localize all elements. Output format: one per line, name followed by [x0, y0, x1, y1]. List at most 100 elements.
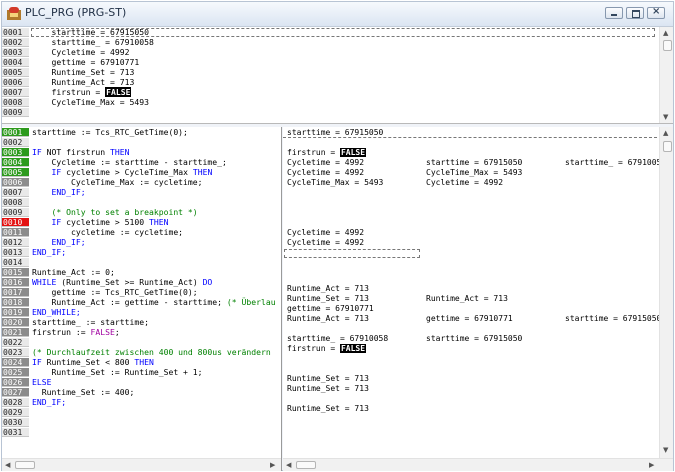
line-number: 0029	[2, 408, 29, 417]
declarations-vertical-scrollbar[interactable]: ▲ ▼	[659, 27, 673, 123]
monitor-value: starttime = 67915050	[426, 334, 523, 343]
scroll-down-icon[interactable]: ▼	[663, 113, 668, 121]
scroll-right-icon[interactable]: ▶	[649, 461, 654, 469]
code-line: Runtime_Set := 400;	[32, 387, 135, 397]
declaration-line: firstrun = FALSE	[32, 87, 132, 97]
breakpoint-line-number[interactable]: 0010	[2, 218, 29, 227]
line-number: 0018	[2, 298, 29, 307]
monitor-value: starttime = 67915050	[565, 314, 662, 323]
scroll-right-icon[interactable]: ▶	[270, 461, 275, 469]
line-number: 0005	[2, 168, 29, 177]
declaration-line: CycleTime_Max = 5493	[32, 97, 149, 107]
close-icon: ×	[652, 6, 661, 17]
scroll-thumb[interactable]	[296, 461, 316, 469]
code-line: starttime_ := starttime;	[32, 317, 149, 327]
line-number: 0001	[2, 128, 29, 137]
scroll-thumb[interactable]	[15, 461, 35, 469]
monitor-value: starttime = 67915050	[426, 158, 523, 167]
line-number: 0011	[2, 228, 29, 237]
code-line: END_IF;	[32, 237, 86, 247]
minimize-button[interactable]	[605, 7, 623, 19]
line-number: 0030	[2, 418, 29, 427]
code-line: IF NOT firstrun THEN	[32, 147, 130, 157]
code-line: END_IF;	[32, 247, 67, 257]
code-line: IF Runtime_Set < 800 THEN	[32, 357, 154, 367]
monitor-value: gettime = 67910771	[426, 314, 513, 323]
monitor-value: Cycletime = 4992	[287, 238, 365, 247]
line-number: 0007	[2, 188, 29, 197]
code-comment: (* Only to set a breakpoint *)	[32, 207, 198, 217]
scroll-up-icon[interactable]: ▲	[663, 29, 668, 37]
code-line: CycleTime_Max := cycletime;	[32, 177, 203, 187]
code-line: Runtime_Act := gettime - starttime; (* Ü…	[32, 297, 276, 307]
code-comment: (* Durchlaufzeit zwischen 400 und 800us …	[32, 347, 271, 357]
monitor-value: Cycletime = 4992	[287, 168, 365, 177]
line-number: 0017	[2, 288, 29, 297]
declaration-text: firstrun =	[32, 87, 106, 97]
monitor-value: CycleTime_Max = 5493	[426, 168, 523, 177]
monitor-horizontal-scrollbar[interactable]: ◀ ▶	[283, 458, 673, 471]
line-number: 0008	[2, 98, 29, 107]
maximize-button[interactable]	[626, 7, 644, 19]
code-line: firstrun := FALSE;	[32, 327, 120, 337]
close-button[interactable]: ×	[647, 6, 665, 19]
monitor-value: Cycletime = 4992	[287, 228, 365, 237]
declaration-line: starttime = 67915050	[32, 27, 149, 37]
plc-prg-window: PLC_PRG (PRG-ST) × 0001 0002 0003 0004 0…	[1, 1, 674, 471]
code-line: WHILE (Runtime_Set >= Runtime_Act) DO	[32, 277, 213, 287]
title-bar[interactable]: PLC_PRG (PRG-ST) ×	[2, 2, 673, 27]
line-number: 0006	[2, 78, 29, 87]
line-number: 0019	[2, 308, 29, 317]
code-line: END_WHILE;	[32, 307, 81, 317]
code-line: IF cycletime > 5100 THEN	[32, 217, 169, 227]
line-number: 0016	[2, 278, 29, 287]
line-number: 0027	[2, 388, 29, 397]
monitor-value: Cycletime = 4992	[287, 158, 365, 167]
code-line: starttime := Tcs_RTC_GetTime(0);	[32, 127, 188, 137]
monitor-panel[interactable]: starttime = 67915050 firstrun = FALSE Cy…	[283, 127, 673, 471]
line-number: 0004	[2, 158, 29, 167]
program-icon	[7, 7, 21, 20]
scroll-up-icon[interactable]: ▲	[663, 129, 668, 137]
monitor-value: Runtime_Set = 713	[287, 404, 369, 413]
line-number: 0002	[2, 138, 29, 147]
code-panel[interactable]: 0001 0002 0003 0004 0005 0006 0007 0008 …	[2, 127, 282, 471]
code-horizontal-scrollbar[interactable]: ◀ ▶	[2, 458, 281, 471]
scroll-left-icon[interactable]: ◀	[286, 461, 291, 469]
declaration-line: Cycletime = 4992	[32, 47, 130, 57]
scroll-down-icon[interactable]: ▼	[663, 446, 668, 454]
line-number: 0012	[2, 238, 29, 247]
line-number: 0021	[2, 328, 29, 337]
monitor-value: starttime = 67915050	[287, 128, 384, 137]
scroll-left-icon[interactable]: ◀	[5, 461, 10, 469]
line-number: 0022	[2, 338, 29, 347]
code-line: gettime := Tcs_RTC_GetTime(0);	[32, 287, 198, 297]
line-number: 0009	[2, 208, 29, 217]
code-line: END_IF;	[32, 187, 86, 197]
declaration-line: Runtime_Act = 713	[32, 77, 135, 87]
line-number: 0013	[2, 248, 29, 257]
line-number: 0004	[2, 58, 29, 67]
line-number: 0023	[2, 348, 29, 357]
monitor-value: Runtime_Act = 713	[426, 294, 508, 303]
line-number: 0028	[2, 398, 29, 407]
code-line: Runtime_Act := 0;	[32, 267, 115, 277]
monitor-vertical-scrollbar[interactable]: ▲ ▼	[659, 127, 673, 458]
line-number: 0003	[2, 48, 29, 57]
line-number: 0006	[2, 178, 29, 187]
declaration-line: Runtime_Set = 713	[32, 67, 135, 77]
scroll-thumb[interactable]	[663, 40, 672, 51]
declaration-line: gettime = 67910771	[32, 57, 140, 67]
line-number: 0031	[2, 428, 29, 437]
monitor-value: Runtime_Set = 713	[287, 294, 369, 303]
line-number: 0020	[2, 318, 29, 327]
line-number: 0005	[2, 68, 29, 77]
maximize-icon	[632, 10, 640, 18]
declarations-panel[interactable]: 0001 0002 0003 0004 0005 0006 0007 0008 …	[2, 27, 673, 124]
monitor-value: starttime_ = 6791005	[565, 158, 662, 167]
window-title: PLC_PRG (PRG-ST)	[25, 6, 127, 19]
scroll-thumb[interactable]	[663, 141, 672, 152]
code-line: Cycletime := starttime - starttime_;	[32, 157, 227, 167]
line-number: 0008	[2, 198, 29, 207]
monitor-value: Cycletime = 4992	[426, 178, 504, 187]
